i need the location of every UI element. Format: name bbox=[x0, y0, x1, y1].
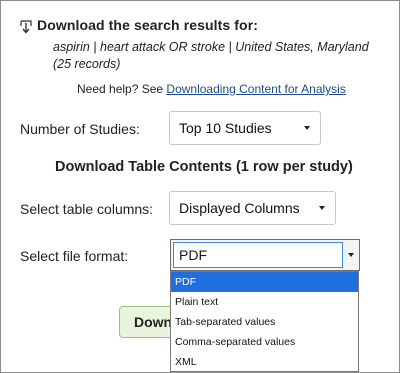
chevron-down-icon bbox=[319, 206, 325, 210]
format-option-xml[interactable]: XML bbox=[171, 352, 358, 372]
format-select[interactable]: PDF bbox=[170, 239, 360, 271]
dialog-title: Download the search results for: bbox=[37, 17, 259, 33]
format-option-tsv[interactable]: Tab-separated values bbox=[171, 312, 358, 332]
format-select-value: PDF bbox=[173, 242, 343, 268]
download-icon bbox=[20, 20, 32, 34]
format-option-pdf[interactable]: PDF bbox=[171, 272, 358, 292]
help-line: Need help? See Downloading Content for A… bbox=[77, 82, 346, 96]
dialog-header: Download the search results for: bbox=[20, 17, 258, 34]
chevron-down-icon bbox=[304, 126, 310, 130]
section-title: Download Table Contents (1 row per study… bbox=[55, 159, 353, 175]
columns-label: Select table columns: bbox=[20, 201, 154, 217]
studies-select[interactable]: Top 10 Studies bbox=[169, 111, 321, 145]
search-query-summary: aspirin | heart attack OR stroke | Unite… bbox=[53, 40, 369, 71]
downloading-content-link[interactable]: Downloading Content for Analysis bbox=[166, 82, 345, 96]
chevron-down-icon bbox=[347, 253, 354, 257]
columns-select-value: Displayed Columns bbox=[179, 200, 300, 216]
format-label: Select file format: bbox=[20, 248, 129, 264]
download-dialog: Download the search results for: aspirin… bbox=[0, 0, 400, 373]
studies-select-value: Top 10 Studies bbox=[179, 120, 272, 136]
format-dropdown-button[interactable] bbox=[343, 242, 358, 268]
format-option-plain-text[interactable]: Plain text bbox=[171, 292, 358, 312]
format-option-csv[interactable]: Comma-separated values bbox=[171, 332, 358, 352]
help-prefix: Need help? See bbox=[77, 82, 167, 96]
columns-select[interactable]: Displayed Columns bbox=[169, 191, 336, 225]
studies-label: Number of Studies: bbox=[20, 121, 140, 137]
format-dropdown-list: PDF Plain text Tab-separated values Comm… bbox=[170, 271, 359, 372]
